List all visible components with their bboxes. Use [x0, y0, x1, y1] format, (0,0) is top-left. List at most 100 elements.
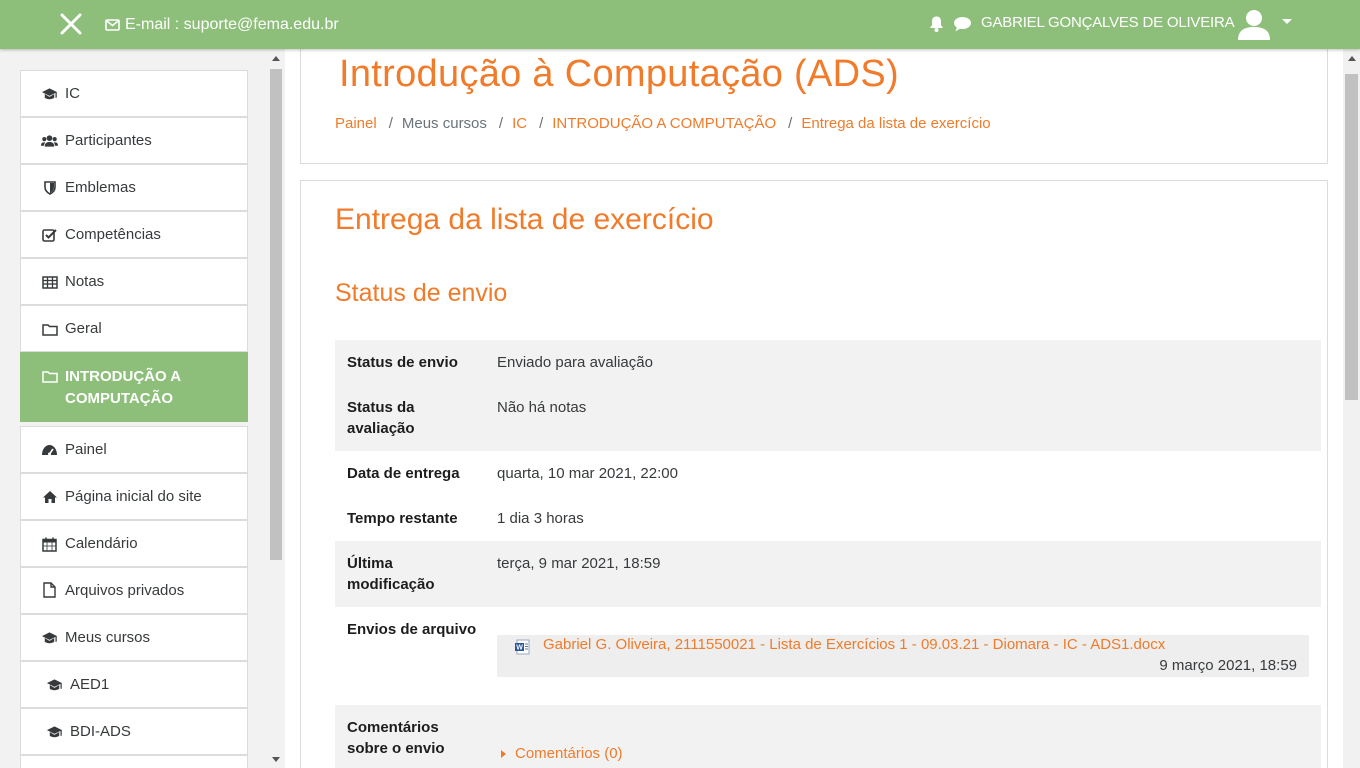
nav-drawer: IC Participantes Emblemas Competências N	[0, 49, 285, 768]
sidebar-item-label: BDI-ADS	[70, 723, 131, 740]
checkbox-icon	[41, 227, 58, 243]
row-label: Envios de arquivo	[347, 621, 477, 638]
sidebar-item-label: Arquivos privados	[65, 582, 185, 599]
sidebar-item-bdi-ads[interactable]: BDI-ADS	[20, 708, 248, 755]
breadcrumb-entrega[interactable]: Entrega da lista de exercício	[801, 115, 990, 132]
table-row-due-date: Data de entrega quarta, 10 mar 2021, 22:…	[335, 451, 1321, 496]
breadcrumb: Painel / Meus cursos / IC / INTRODUÇÃO A…	[335, 115, 991, 132]
calendar-icon	[41, 536, 58, 552]
close-icon	[60, 13, 82, 35]
drawer-scrollbar[interactable]	[269, 55, 284, 764]
row-value: Não há notas	[497, 399, 587, 416]
page-scrollbar[interactable]	[1343, 49, 1360, 768]
table-row-file-submissions: Envios de arquivo W Gabriel G. Oliveira,…	[335, 607, 1321, 705]
sidebar-item-label: AED1	[70, 676, 110, 693]
row-label: Status de envio	[347, 354, 458, 371]
file-submission-item: W Gabriel G. Oliveira, 2111550021 - List…	[497, 635, 1309, 677]
sidebar-item-ic[interactable]: IC	[20, 70, 248, 117]
row-label: Data de entrega	[347, 465, 460, 482]
sidebar-item-label: INTRODUÇÃO A COMPUTAÇÃO	[65, 368, 181, 407]
sidebar-item-arquivos-privados[interactable]: Arquivos privados	[20, 567, 248, 614]
sidebar-item-label: IC	[65, 85, 80, 102]
sidebar-item-label: Participantes	[65, 132, 152, 149]
sidebar-item-emblemas[interactable]: Emblemas	[20, 164, 248, 211]
support-email-text: E-mail : suporte@fema.edu.br	[125, 16, 339, 33]
breadcrumb-separator: /	[539, 115, 544, 132]
row-value: 1 dia 3 horas	[497, 510, 584, 527]
assignment-card: Entrega da lista de exercício Status de …	[300, 180, 1328, 768]
main-content: Introdução à Computação (ADS) Painel / M…	[286, 49, 1342, 768]
users-icon	[41, 133, 58, 149]
file-icon	[41, 582, 58, 598]
row-value: quarta, 10 mar 2021, 22:00	[497, 465, 678, 482]
table-row-last-modified: Última modificação terça, 9 mar 2021, 18…	[335, 541, 1321, 607]
sidebar-item-competencias[interactable]: Competências	[20, 211, 248, 258]
word-doc-icon: W	[515, 639, 530, 655]
comments-toggle-label: Comentários (0)	[515, 745, 623, 762]
sidebar-item-label: Meus cursos	[65, 629, 151, 646]
sidebar-item-geral[interactable]: Geral	[20, 305, 248, 352]
dashboard-icon	[41, 442, 58, 458]
home-icon	[41, 489, 58, 505]
sidebar-item-meus-cursos[interactable]: Meus cursos	[20, 614, 248, 661]
breadcrumb-painel[interactable]: Painel	[335, 115, 377, 132]
close-drawer-button[interactable]	[57, 10, 85, 38]
breadcrumb-meus-cursos: Meus cursos	[401, 115, 487, 132]
scroll-up-arrow-icon[interactable]	[1348, 56, 1356, 61]
graduation-cap-icon	[41, 630, 58, 646]
breadcrumb-separator: /	[388, 115, 393, 132]
row-label: Última modificação	[347, 555, 435, 593]
drawer-scrollbar-thumb[interactable]	[270, 69, 282, 560]
caret-down-icon[interactable]	[1282, 19, 1292, 24]
file-date: 9 março 2021, 18:59	[1159, 657, 1297, 674]
assignment-title: Entrega da lista de exercício	[335, 203, 714, 236]
folder-icon	[41, 321, 58, 337]
sidebar-item-notas[interactable]: Notas	[20, 258, 248, 305]
sidebar-item-label: Geral	[65, 320, 102, 337]
row-value: terça, 9 mar 2021, 18:59	[497, 555, 661, 572]
submitted-file-link[interactable]: Gabriel G. Oliveira, 2111550021 - Lista …	[543, 636, 1165, 653]
shield-icon	[41, 180, 58, 196]
breadcrumb-separator: /	[788, 115, 793, 132]
graduation-cap-icon	[46, 724, 63, 740]
top-navbar: E-mail : suporte@fema.edu.br GABRIEL GON…	[0, 0, 1360, 49]
chat-icon[interactable]	[953, 16, 972, 32]
table-row-time-remaining: Tempo restante 1 dia 3 horas	[335, 496, 1321, 541]
breadcrumb-introducao-a-computacao[interactable]: INTRODUÇÃO A COMPUTAÇÃO	[552, 115, 776, 132]
sidebar-item-pagina-inicial[interactable]: Página inicial do site	[20, 473, 248, 520]
support-email[interactable]: E-mail : suporte@fema.edu.br	[105, 16, 339, 34]
user-name[interactable]: GABRIEL GONÇALVES DE OLIVEIRA	[981, 14, 1235, 31]
sidebar-item-label: Emblemas	[65, 179, 136, 196]
page-scrollbar-thumb[interactable]	[1345, 74, 1358, 400]
row-value: Enviado para avaliação	[497, 354, 653, 371]
sidebar-item-painel[interactable]: Painel	[20, 426, 248, 473]
sidebar-item-aed1[interactable]: AED1	[20, 661, 248, 708]
scroll-up-arrow-icon[interactable]	[272, 56, 280, 61]
table-row-submission-status: Status de envio Enviado para avaliação	[335, 340, 1321, 385]
envelope-icon	[105, 19, 120, 31]
comments-toggle[interactable]: Comentários (0)	[501, 745, 623, 762]
sidebar-item-calendario[interactable]: Calendário	[20, 520, 248, 567]
table-row-submission-comments: Comentários sobre o envio Comentários (0…	[335, 705, 1321, 768]
sidebar-item-participantes[interactable]: Participantes	[20, 117, 248, 164]
row-label: Comentários sobre o envio	[347, 719, 445, 757]
course-title: Introdução à Computação (ADS)	[339, 53, 899, 95]
bell-icon[interactable]	[928, 15, 945, 33]
folder-icon	[41, 368, 58, 384]
sidebar-item-introducao-a-computacao[interactable]: INTRODUÇÃO A COMPUTAÇÃO	[20, 352, 248, 422]
sidebar-item-label: Calendário	[65, 535, 138, 552]
table-icon	[41, 274, 58, 290]
row-label: Tempo restante	[347, 510, 458, 527]
scroll-down-arrow-icon[interactable]	[272, 757, 280, 762]
graduation-cap-icon	[41, 86, 58, 102]
breadcrumb-separator: /	[498, 115, 504, 132]
sidebar-item-label: Página inicial do site	[65, 488, 202, 505]
user-avatar-icon[interactable]	[1236, 6, 1272, 42]
sidebar-item-label: Notas	[65, 273, 105, 290]
table-row-grading-status: Status da avaliação Não há notas	[335, 385, 1321, 451]
breadcrumb-ic[interactable]: IC	[512, 115, 527, 132]
sidebar-item-label: Painel	[65, 441, 107, 458]
section-title: Status de envio	[335, 279, 508, 307]
svg-text:W: W	[516, 645, 523, 652]
sidebar-item-partial[interactable]	[20, 755, 248, 768]
